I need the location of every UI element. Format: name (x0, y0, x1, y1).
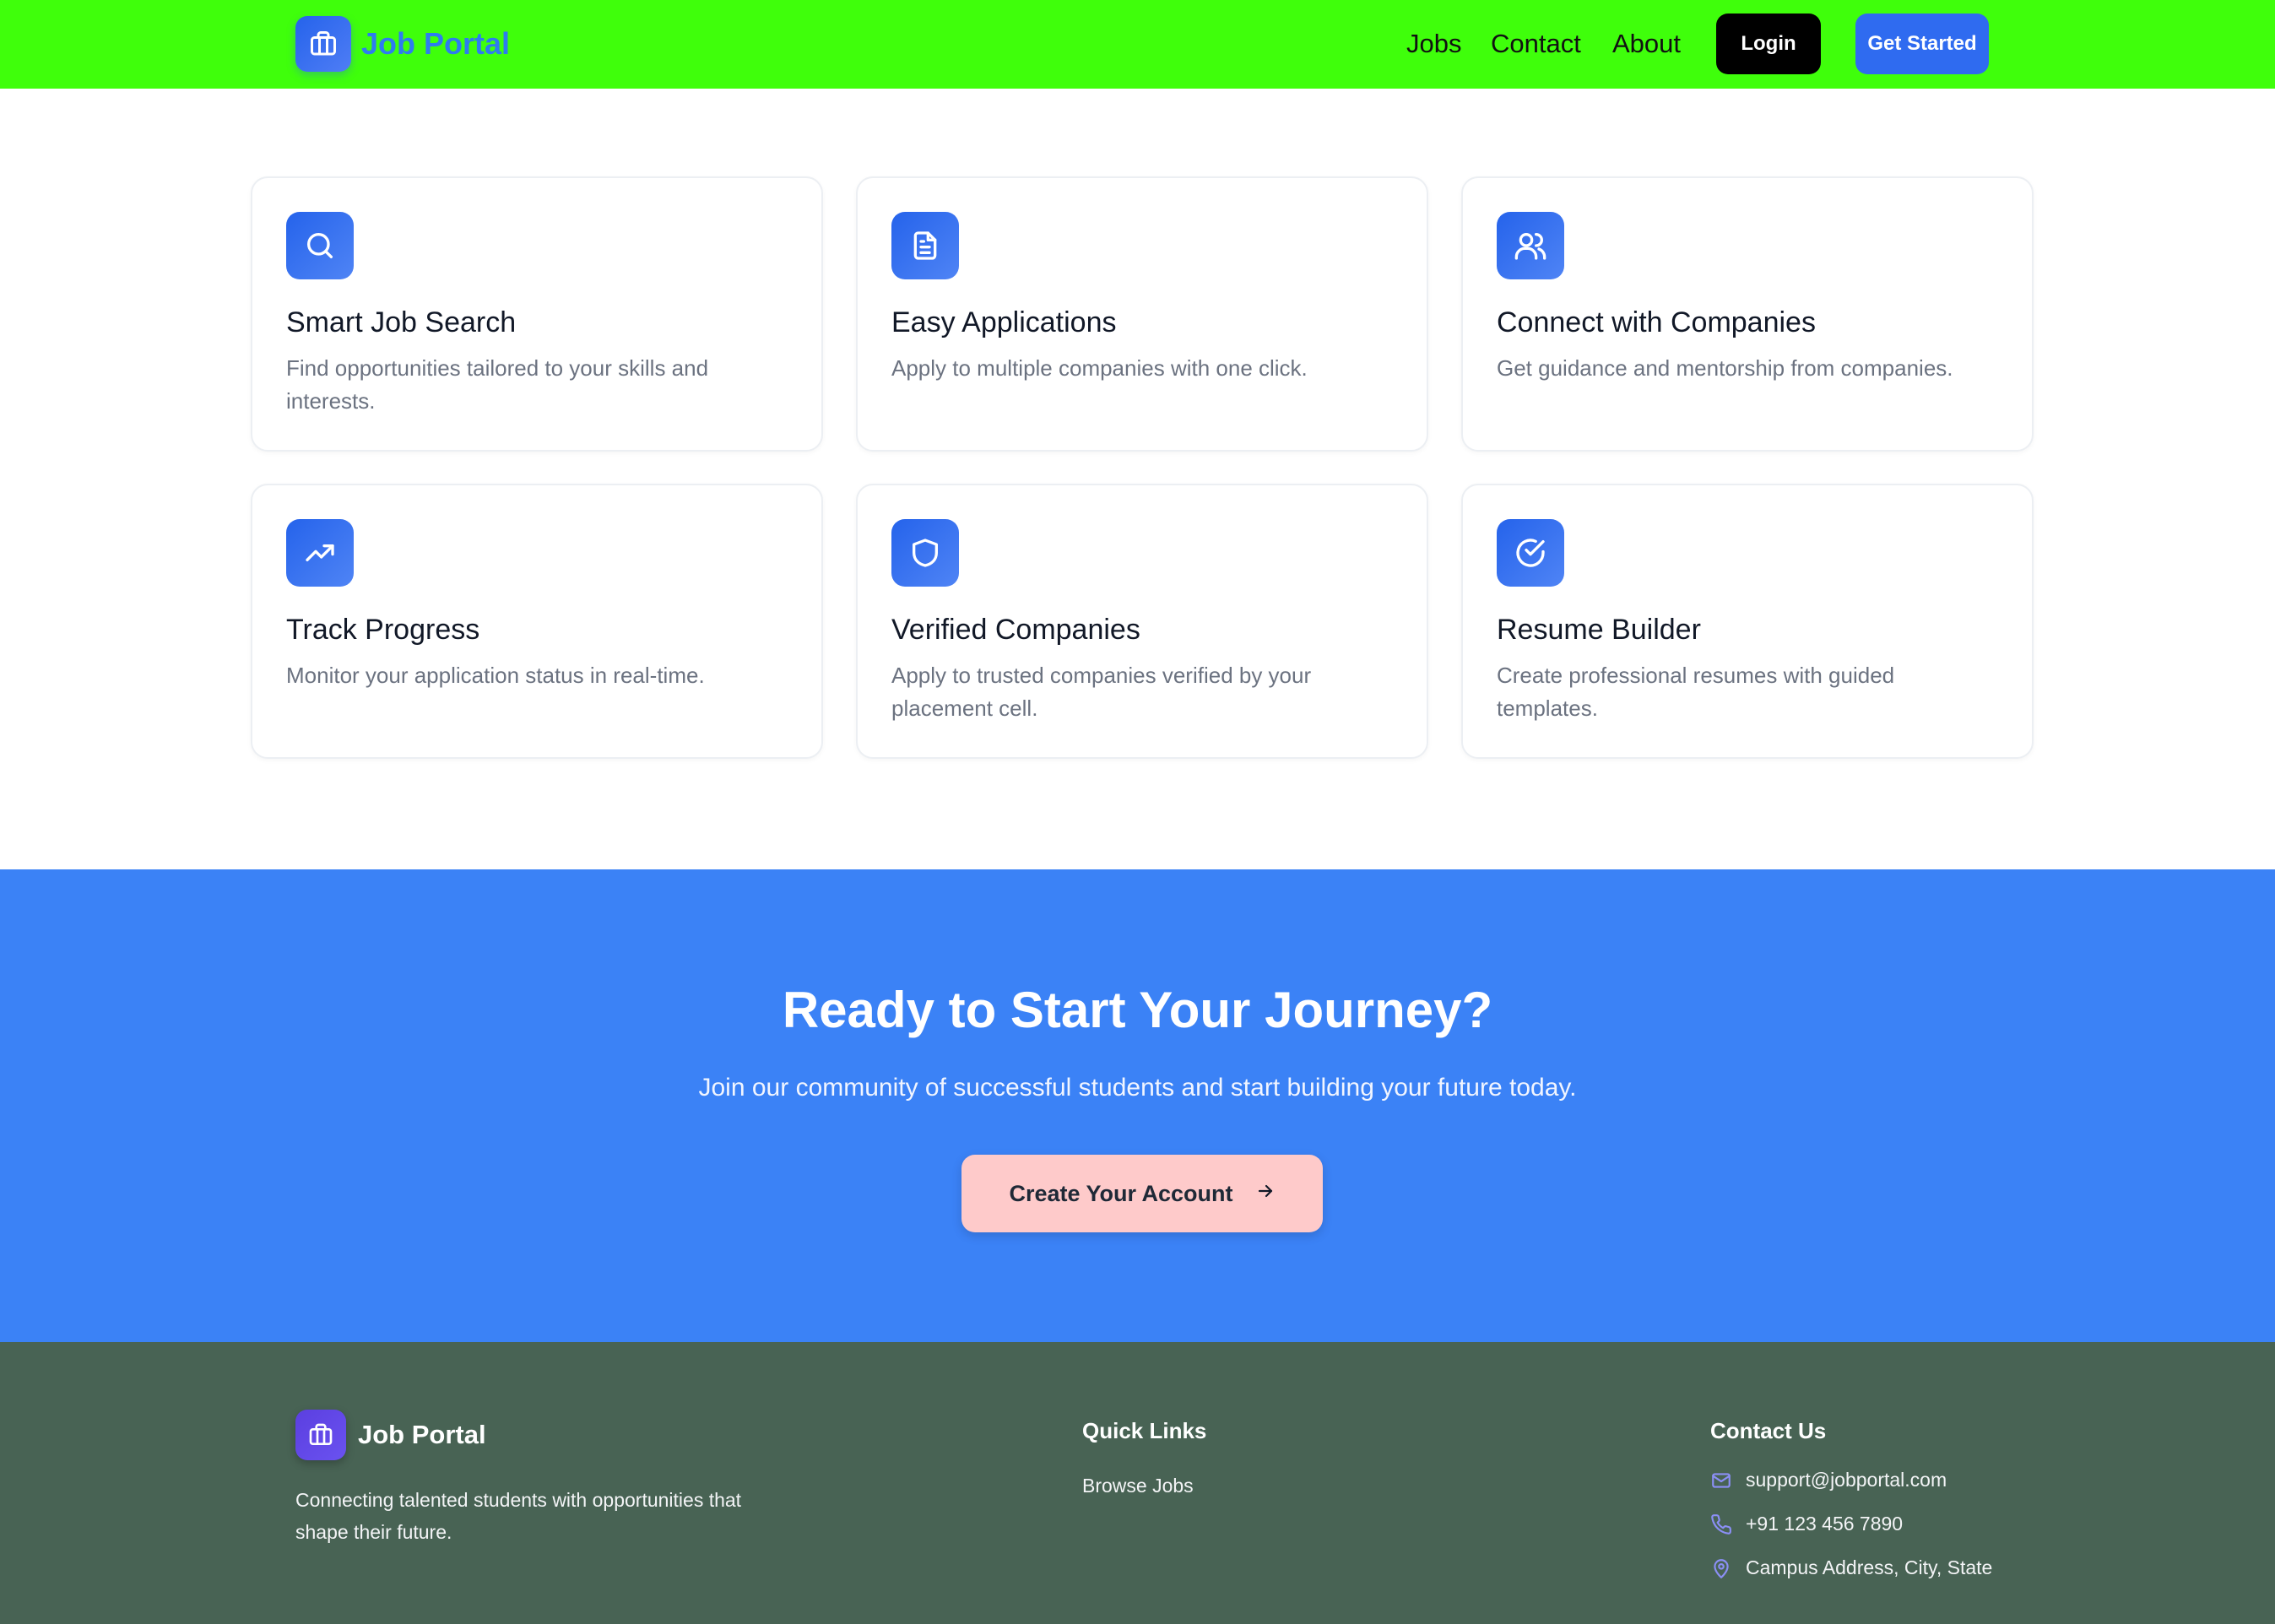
get-started-button[interactable]: Get Started (1855, 14, 1989, 74)
feature-title: Verified Companies (891, 614, 1140, 646)
brand-name: Job Portal (361, 26, 511, 61)
feature-description: Create professional resumes with guided … (1497, 663, 1895, 721)
contact-address-text: Campus Address, City, State (1746, 1556, 1993, 1578)
arrow-right-icon (1255, 1180, 1276, 1207)
footer-link-browse-jobs[interactable]: Browse Jobs (1082, 1475, 1194, 1497)
cta-title: Ready to Start Your Journey? (782, 982, 1493, 1038)
users-icon (1497, 212, 1564, 279)
feature-card-easy-applications: Easy Applications Apply to multiple comp… (856, 176, 1428, 452)
feature-card-connect-with-companies: Connect with Companies Get guidance and … (1461, 176, 2034, 452)
create-account-label: Create Your Account (1009, 1180, 1233, 1206)
footer-brand-name: Job Portal (358, 1420, 486, 1449)
feature-card-track-progress: Track Progress Monitor your application … (251, 484, 823, 759)
create-account-button[interactable]: Create Your Account (961, 1155, 1323, 1232)
footer-description: Connecting talented students with opport… (295, 1489, 742, 1543)
login-button[interactable]: Login (1716, 14, 1821, 74)
phone-icon (1711, 1513, 1731, 1535)
feature-description: Monitor your application status in real-… (286, 663, 705, 688)
feature-title: Connect with Companies (1497, 306, 1816, 338)
briefcase-icon (295, 16, 351, 72)
cta-section: Ready to Start Your Journey? Join our co… (0, 869, 2275, 1342)
feature-description: Apply to multiple companies with one cli… (891, 355, 1308, 381)
top-navbar: Job Portal Jobs Contact About Login Get … (0, 0, 2275, 89)
nav-jobs[interactable]: Jobs (1406, 25, 1461, 62)
brand-logo[interactable]: Job Portal (295, 16, 510, 72)
feature-description: Get guidance and mentorship from compani… (1497, 355, 1953, 381)
feature-title: Easy Applications (891, 306, 1117, 338)
feature-description: Find opportunities tailored to your skil… (286, 355, 709, 414)
cta-subtitle: Join our community of successful student… (698, 1074, 1577, 1102)
feature-card-smart-job-search: Smart Job Search Find opportunities tail… (251, 176, 823, 452)
feature-title: Resume Builder (1497, 614, 1701, 646)
feature-card-verified-companies: Verified Companies Apply to trusted comp… (856, 484, 1428, 759)
briefcase-icon (295, 1410, 346, 1460)
check-circle-icon (1497, 519, 1564, 587)
feature-card-resume-builder: Resume Builder Create professional resum… (1461, 484, 2034, 759)
mail-icon (1712, 1472, 1731, 1488)
nav-contact[interactable]: Contact (1491, 25, 1581, 62)
footer-brand[interactable]: Job Portal (295, 1410, 486, 1460)
contact-phone[interactable]: +91 123 456 7890 (1710, 1513, 1903, 1535)
document-icon (891, 212, 959, 279)
map-pin-icon (1714, 1558, 1729, 1578)
quick-links-heading: Quick Links (1082, 1418, 1207, 1443)
feature-description: Apply to trusted companies verified by y… (891, 663, 1312, 721)
footer: Job Portal Connecting talented students … (0, 1342, 2275, 1624)
feature-title: Track Progress (286, 614, 480, 646)
nav-about[interactable]: About (1612, 25, 1681, 62)
contact-address: Campus Address, City, State (1710, 1556, 1992, 1579)
contact-email-text: support@jobportal.com (1746, 1469, 1947, 1491)
contact-phone-text: +91 123 456 7890 (1746, 1513, 1904, 1535)
contact-email[interactable]: support@jobportal.com (1710, 1469, 1947, 1491)
feature-title: Smart Job Search (286, 306, 517, 338)
search-icon (286, 212, 354, 279)
shield-icon (891, 519, 959, 587)
trending-up-icon (286, 519, 354, 587)
contact-heading: Contact Us (1710, 1418, 1827, 1443)
